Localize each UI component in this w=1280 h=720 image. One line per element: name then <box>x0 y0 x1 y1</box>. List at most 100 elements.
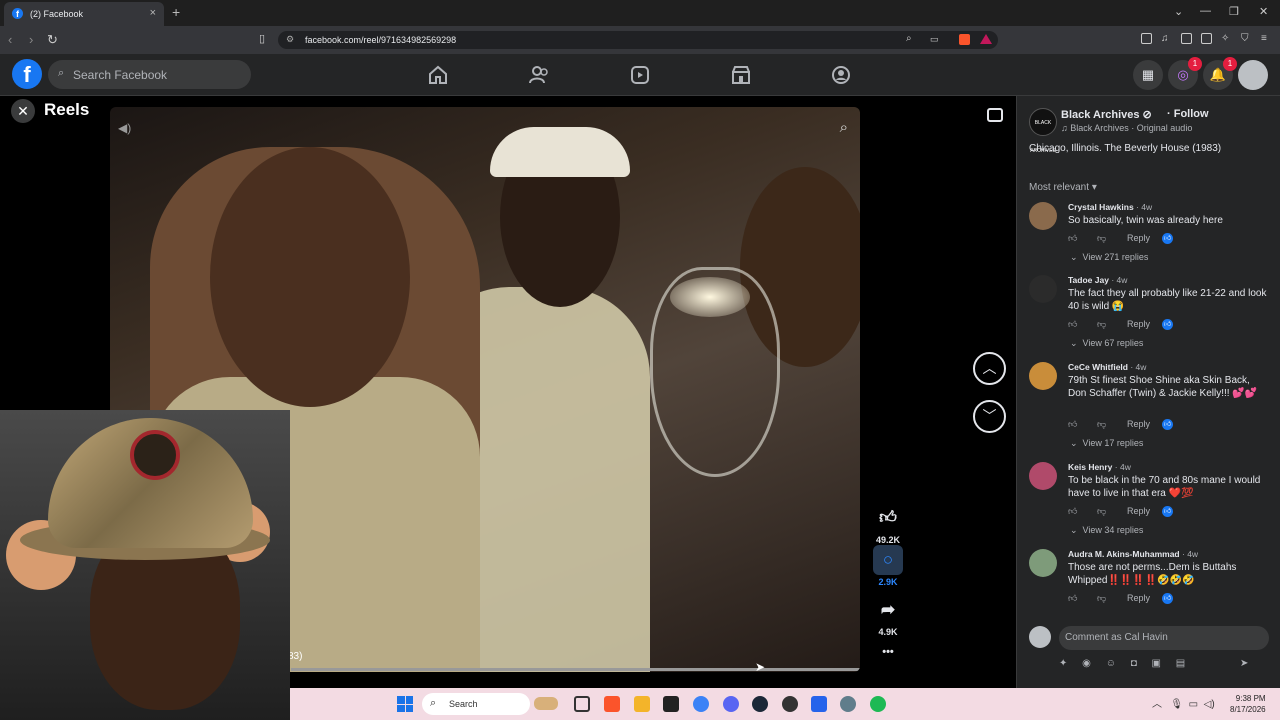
facebook-logo[interactable]: f <box>12 59 42 89</box>
audio-source[interactable]: ♫ Black Archives · Original audio <box>1061 123 1192 133</box>
taskbar-search[interactable]: ⌕ Search <box>422 693 558 715</box>
forward-icon[interactable]: › <box>29 32 33 47</box>
view-replies-link[interactable]: ⌄ View 34 replies <box>1070 525 1143 536</box>
reply-button[interactable]: Reply <box>1127 506 1150 516</box>
menu-icon[interactable]: ≡ <box>1261 33 1272 44</box>
reload-icon[interactable]: ↻ <box>47 32 58 48</box>
leo-ai-icon[interactable]: ✧ <box>1221 33 1232 44</box>
view-replies-link[interactable]: ⌄ View 17 replies <box>1070 438 1143 449</box>
brave-rewards-icon[interactable] <box>980 34 992 44</box>
emoji-icon[interactable]: ☺ <box>1106 658 1116 669</box>
video-search-icon[interactable]: ⌕ <box>840 119 848 136</box>
dislike-thumb-icon[interactable]: 👎︎ <box>1097 233 1106 244</box>
commenter-name[interactable]: Crystal Hawkins · 4w <box>1068 202 1152 212</box>
taskbar-clock[interactable]: 9:38 PM 8/17/2026 <box>1230 693 1266 715</box>
new-tab-button[interactable]: + <box>172 4 180 20</box>
commenter-name[interactable]: Keis Henry · 4w <box>1068 462 1131 472</box>
maximize-button[interactable]: ❐ <box>1229 5 1239 18</box>
panel-toggle-icon[interactable] <box>987 108 1003 122</box>
friends-icon[interactable] <box>528 64 550 86</box>
sticker-icon[interactable]: ◉ <box>1082 658 1091 669</box>
like-thumb-icon[interactable]: 👍︎ <box>1068 319 1077 330</box>
sidebar-icon[interactable] <box>1181 33 1192 44</box>
tab-search-icon[interactable]: ⌄ <box>1174 5 1183 18</box>
view-replies-link[interactable]: ⌄ View 67 replies <box>1070 338 1143 349</box>
profile-avatar[interactable] <box>1238 60 1268 90</box>
minimize-button[interactable]: — <box>1200 5 1211 17</box>
marketplace-icon[interactable] <box>730 64 752 86</box>
video-progress-bar[interactable] <box>291 668 860 671</box>
commenter-avatar[interactable] <box>1029 462 1057 490</box>
notifications-bell-icon[interactable]: 🔔 1 <box>1203 57 1237 90</box>
facebook-search-input[interactable]: ⌕ Search Facebook <box>48 60 251 89</box>
obs-icon[interactable] <box>782 696 798 712</box>
commenter-avatar[interactable] <box>1029 362 1057 390</box>
video-icon[interactable] <box>629 64 651 86</box>
chevron-up-icon[interactable]: ︿ <box>1152 699 1162 710</box>
dislike-thumb-icon[interactable]: 👎︎ <box>1097 506 1106 517</box>
settings-gear-icon[interactable] <box>840 696 856 712</box>
gif-icon[interactable]: ▣ <box>1152 658 1161 669</box>
zoom-icon[interactable]: ⌕ <box>906 33 912 44</box>
like-button[interactable]: 👍︎ 49.2K <box>870 503 906 545</box>
follow-button[interactable]: · Follow <box>1167 108 1209 120</box>
send-icon[interactable]: ➤ <box>1240 658 1248 669</box>
system-tray[interactable]: ︿ 🎙︎ ▭ ◁) <box>1152 695 1215 710</box>
bookmark-icon[interactable]: ▯ <box>259 32 265 45</box>
sticker-pack-icon[interactable]: ▤ <box>1176 658 1185 669</box>
reply-button[interactable]: Reply <box>1127 419 1150 429</box>
vpn-icon[interactable]: ⛉ <box>1241 33 1252 44</box>
more-options-button[interactable]: ••• <box>870 646 906 658</box>
shield-app-icon[interactable] <box>693 696 709 712</box>
window-close-button[interactable]: ✕ <box>1259 5 1268 18</box>
close-reels-button[interactable]: ✕ <box>11 99 35 123</box>
dislike-thumb-icon[interactable]: 👎︎ <box>1097 319 1106 330</box>
file-explorer-icon[interactable] <box>634 696 650 712</box>
remote-desktop-icon[interactable] <box>811 696 827 712</box>
capcut-icon[interactable] <box>663 696 679 712</box>
tab-close-icon[interactable]: × <box>150 7 156 19</box>
reply-button[interactable]: Reply <box>1127 233 1150 243</box>
microphone-icon[interactable]: 🎙︎ <box>1170 699 1183 710</box>
commenter-avatar[interactable] <box>1029 202 1057 230</box>
home-icon[interactable] <box>427 64 449 86</box>
back-icon[interactable]: ‹ <box>8 32 12 47</box>
page-name[interactable]: Black Archives ⊘ <box>1061 108 1152 121</box>
like-thumb-icon[interactable]: 👍︎ <box>1068 593 1077 604</box>
mute-icon[interactable]: ◀) <box>118 121 131 135</box>
view-replies-link[interactable]: ⌄ View 271 replies <box>1070 252 1148 263</box>
media-icon[interactable]: ♫ <box>1161 33 1172 44</box>
commenter-avatar[interactable] <box>1029 275 1057 303</box>
previous-reel-chevron-up-icon[interactable]: ︿ <box>973 352 1006 385</box>
like-thumb-icon[interactable]: 👍︎ <box>1068 233 1077 244</box>
address-bar[interactable]: ⚙ facebook.com/reel/971634982569298 ⌕ ▭ <box>278 31 998 49</box>
site-info-icon[interactable]: ⚙ <box>286 34 294 45</box>
share-button[interactable]: ➦ 4.9K <box>870 595 906 637</box>
volume-icon[interactable]: ◁) <box>1204 699 1215 710</box>
steam-icon[interactable] <box>752 696 768 712</box>
dislike-thumb-icon[interactable]: 👎︎ <box>1097 593 1106 604</box>
reply-button[interactable]: Reply <box>1127 593 1150 603</box>
browser-tab[interactable]: f (2) Facebook × <box>4 2 164 26</box>
page-avatar[interactable]: BLACK ARCHIVES <box>1029 108 1057 154</box>
avatar-sticker-icon[interactable]: ✦ <box>1059 658 1067 669</box>
comment-button[interactable]: ○ 2.9K <box>870 545 906 587</box>
wallet-icon[interactable] <box>1201 33 1212 44</box>
cast-icon[interactable]: ▭ <box>930 34 939 45</box>
dislike-thumb-icon[interactable]: 👎︎ <box>1097 419 1106 430</box>
comment-input[interactable]: Comment as Cal Havin <box>1059 626 1269 650</box>
next-reel-chevron-down-icon[interactable]: ﹀ <box>973 400 1006 433</box>
brave-app-icon[interactable] <box>604 696 620 712</box>
discord-icon[interactable] <box>723 696 739 712</box>
comment-sort-dropdown[interactable]: Most relevant ▾ <box>1029 182 1097 193</box>
spotify-icon[interactable] <box>870 696 886 712</box>
messenger-icon[interactable]: ◎ 1 <box>1168 57 1202 90</box>
commenter-name[interactable]: CeCe Whitfield · 4w <box>1068 362 1146 372</box>
extensions-icon[interactable] <box>1141 33 1152 44</box>
like-thumb-icon[interactable]: 👍︎ <box>1068 419 1077 430</box>
brave-shield-icon[interactable] <box>959 34 970 45</box>
task-view-icon[interactable] <box>574 696 590 712</box>
reply-button[interactable]: Reply <box>1127 319 1150 329</box>
like-thumb-icon[interactable]: 👍︎ <box>1068 506 1077 517</box>
network-icon[interactable]: ▭ <box>1189 699 1198 710</box>
